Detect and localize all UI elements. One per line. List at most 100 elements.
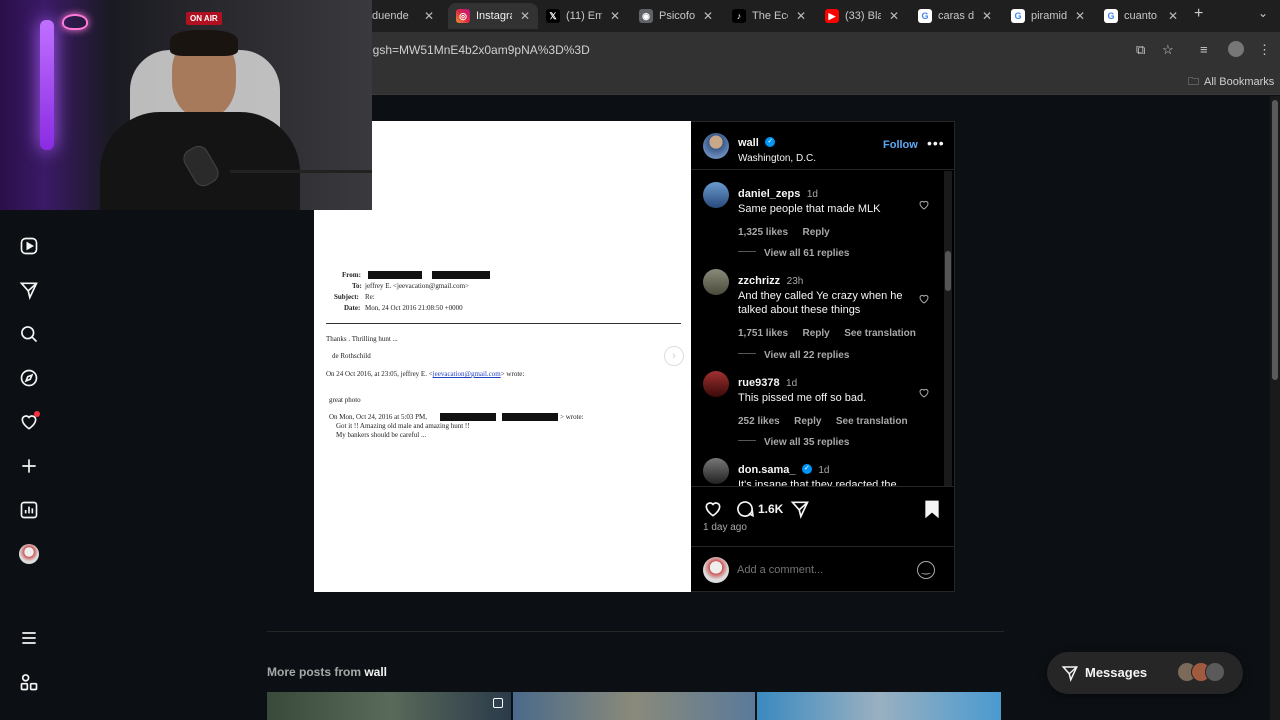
close-icon[interactable]: ✕ <box>1075 9 1085 23</box>
more-post-thumbnail[interactable] <box>513 692 755 720</box>
reels-icon[interactable] <box>18 235 40 257</box>
tab-instagram[interactable]: ◎ Instagram ✕ <box>448 3 539 29</box>
comment-avatar[interactable] <box>703 458 729 484</box>
comment-avatar[interactable] <box>703 182 729 208</box>
mic-arm <box>230 170 372 173</box>
more-post-thumbnail[interactable] <box>757 692 1001 720</box>
author-username[interactable]: wall <box>738 137 759 149</box>
comment-username[interactable]: don.sama_ <box>738 464 795 476</box>
notifications-heart-icon[interactable] <box>18 411 40 433</box>
explore-compass-icon[interactable] <box>18 367 40 389</box>
tab-x[interactable]: 𝕏 (11) Emma ✕ <box>546 3 620 29</box>
comment-reply-button[interactable]: Reply <box>803 328 830 339</box>
doc-from-label: From: <box>342 271 361 279</box>
close-icon[interactable]: ✕ <box>889 9 899 23</box>
notification-dot <box>34 411 40 417</box>
new-tab-button[interactable]: + <box>1194 5 1203 23</box>
url-field[interactable]: igsh=MW51MnE4b2x0am9pNA%3D%3D <box>370 43 590 57</box>
close-icon[interactable]: ✕ <box>520 9 530 23</box>
tab-title: caras de <box>938 10 974 22</box>
comment-username[interactable]: rue9378 <box>738 377 780 389</box>
close-icon[interactable]: ✕ <box>703 9 713 23</box>
create-plus-icon[interactable] <box>18 455 40 477</box>
close-icon[interactable]: ✕ <box>1168 9 1178 23</box>
tiktok-icon: ♪ <box>732 9 746 23</box>
more-posts-username[interactable]: wall <box>364 665 387 679</box>
author-avatar[interactable] <box>703 133 729 159</box>
divider-line <box>738 440 756 442</box>
view-replies-button[interactable]: View all 22 replies <box>738 345 849 363</box>
more-options-icon[interactable]: ••• <box>927 135 945 151</box>
doc-line: On 24 Oct 2016, at 23:05, jeffrey E. <je… <box>326 370 524 378</box>
dashboard-icon[interactable] <box>18 499 40 521</box>
close-icon[interactable]: ✕ <box>424 9 434 23</box>
comment-time: 1d <box>806 189 818 200</box>
see-translation-button[interactable]: See translation <box>836 416 908 427</box>
install-app-icon[interactable]: ⧉ <box>1136 42 1145 58</box>
all-bookmarks-button[interactable]: 🗀 All Bookmarks <box>1188 73 1274 92</box>
tab-youtube[interactable]: ▶ (33) Bla ✕ <box>825 3 899 29</box>
search-icon[interactable] <box>18 323 40 345</box>
section-divider <box>267 631 1004 632</box>
comment-like-heart-icon[interactable] <box>918 199 930 211</box>
comment-likes[interactable]: 1,751 likes <box>738 328 788 339</box>
comment-input[interactable] <box>737 561 907 579</box>
tab-cuanto[interactable]: G cuanto c ✕ <box>1104 3 1178 29</box>
tab-search-icon[interactable]: ⌄ <box>1258 6 1268 20</box>
close-icon[interactable]: ✕ <box>982 9 992 23</box>
comment-bubble-icon[interactable] <box>735 499 755 519</box>
messages-label: Messages <box>1085 665 1148 680</box>
x-icon: 𝕏 <box>546 9 560 23</box>
author-location[interactable]: Washington, D.C. <box>738 153 816 164</box>
comment-like-heart-icon[interactable] <box>918 293 930 305</box>
doc-divider <box>326 323 681 324</box>
comment-avatar[interactable] <box>703 269 729 295</box>
instagram-icon: ◎ <box>456 9 470 23</box>
comment-text: This pissed me off so bad. <box>738 392 867 404</box>
google-icon: G <box>1104 9 1118 23</box>
tab-caras[interactable]: G caras de ✕ <box>918 3 992 29</box>
scrollbar-thumb[interactable] <box>945 251 951 291</box>
comment-username[interactable]: daniel_zeps <box>738 188 800 200</box>
comment-avatar[interactable] <box>703 371 729 397</box>
profile-avatar[interactable] <box>1228 41 1244 57</box>
save-bookmark-icon[interactable] <box>922 499 942 519</box>
page-scrollbar[interactable] <box>1270 96 1280 720</box>
tab-economist[interactable]: ♪ The Economist ✕ <box>732 3 806 29</box>
more-post-thumbnail[interactable] <box>267 692 511 720</box>
more-menu-icon[interactable] <box>18 627 40 649</box>
next-arrow-icon[interactable]: › <box>664 346 684 366</box>
bookmark-star-icon[interactable]: ☆ <box>1162 42 1174 58</box>
close-icon[interactable]: ✕ <box>610 9 620 23</box>
comment-like-heart-icon[interactable] <box>918 387 930 399</box>
browser-menu-icon[interactable]: ⋮ <box>1258 42 1271 58</box>
comment-count[interactable]: 1.6K <box>758 502 783 516</box>
comment-likes[interactable]: 252 likes <box>738 416 780 427</box>
comment-text: And they called Ye crazy when he talked … <box>738 290 903 316</box>
messages-button[interactable]: Messages <box>1047 652 1243 694</box>
reading-list-icon[interactable]: ≡ <box>1200 42 1208 57</box>
comment-reply-button[interactable]: Reply <box>794 416 821 427</box>
share-send-icon[interactable] <box>790 499 810 519</box>
close-icon[interactable]: ✕ <box>796 9 806 23</box>
view-replies-button[interactable]: View all 35 replies <box>738 432 849 450</box>
profile-avatar[interactable] <box>18 543 40 565</box>
comments-scrollbar[interactable] <box>944 171 952 486</box>
tab-piramide[interactable]: G piramide ✕ <box>1011 3 1085 29</box>
doc-line: > wrote: <box>560 413 584 421</box>
see-translation-button[interactable]: See translation <box>844 328 916 339</box>
comment-likes[interactable]: 1,325 likes <box>738 227 788 238</box>
tab-psicofonia[interactable]: ◉ Psicofonía ✕ <box>639 3 713 29</box>
direct-send-icon[interactable] <box>18 279 40 301</box>
emoji-icon[interactable]: ‿ <box>917 561 935 579</box>
follow-button[interactable]: Follow <box>883 139 918 151</box>
like-heart-icon[interactable] <box>703 499 723 519</box>
comment-reply-button[interactable]: Reply <box>803 227 830 238</box>
scrollbar-thumb[interactable] <box>1272 100 1278 380</box>
comment-username[interactable]: zzchrizz <box>738 275 780 287</box>
person-hair <box>170 30 238 56</box>
tab-duende[interactable]: duende ✕ <box>372 3 434 29</box>
view-replies-button[interactable]: View all 61 replies <box>738 243 849 261</box>
also-from-meta-icon[interactable] <box>18 671 40 693</box>
site-icon: ◉ <box>639 9 653 23</box>
